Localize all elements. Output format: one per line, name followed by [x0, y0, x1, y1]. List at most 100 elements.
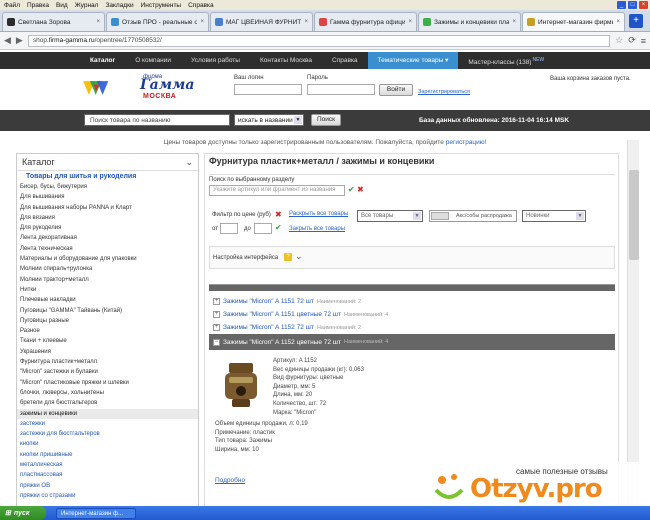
- gamma-logo-icon[interactable]: [82, 73, 142, 103]
- register-link[interactable]: Зарегистрироваться: [418, 89, 470, 95]
- sidebar-item[interactable]: Лента техническая: [17, 244, 198, 254]
- menu-history[interactable]: Журнал: [75, 2, 99, 9]
- sidebar-item[interactable]: Молнии спираль+рулонка: [17, 264, 198, 274]
- sort-select[interactable]: Новинки ▼: [522, 210, 586, 222]
- sidebar-item-active[interactable]: зажимы и концевики: [17, 408, 198, 419]
- menu-edit[interactable]: Правка: [27, 2, 49, 9]
- interface-settings-bar[interactable]: Настройка интерфейса ? ⌄: [209, 246, 615, 269]
- expand-plus-icon[interactable]: +: [213, 324, 220, 331]
- close-tab-icon[interactable]: ×: [200, 19, 204, 25]
- product-group-row[interactable]: + Зажимы "Micron" A 1152 72 шт Наименовани…: [213, 321, 613, 334]
- menu-view[interactable]: Вид: [56, 2, 68, 9]
- expand-plus-icon[interactable]: +: [213, 298, 220, 305]
- sidebar-item[interactable]: Фурнитура пластик+металл: [17, 357, 198, 367]
- sidebar-item[interactable]: металлическая: [17, 460, 198, 470]
- section-search-input[interactable]: Укажите артикул или фрагмент из названия: [209, 185, 345, 196]
- product-image[interactable]: [215, 359, 267, 411]
- sidebar-item[interactable]: блочки, люверсы, хольнитены: [17, 388, 198, 398]
- sidebar-header[interactable]: Каталог ⌄: [17, 154, 198, 171]
- sidebar-item[interactable]: пряжки ОВ: [17, 481, 198, 491]
- sidebar-item[interactable]: Пуговицы разные: [17, 316, 198, 326]
- collapse-all-link[interactable]: Закрыть все товары: [289, 226, 345, 232]
- sidebar-item[interactable]: Молнии трактор+металл: [17, 275, 198, 285]
- product-group-row[interactable]: + Зажимы "Micron" A 1151 72 шт Наименовани…: [213, 295, 613, 308]
- menu-file[interactable]: Файл: [4, 2, 20, 9]
- login-button[interactable]: Войти: [379, 84, 413, 96]
- sidebar-item[interactable]: Пуговицы "GAMMA" Тайвань (Китай): [17, 306, 198, 316]
- tab-3[interactable]: МАГ ЦВЕЙНАЯ ФУРНИТУР...×: [210, 12, 313, 31]
- sidebar-item[interactable]: Для вышивания: [17, 192, 198, 202]
- product-group-name[interactable]: Зажимы "Micron" A 1152 72 шт: [223, 324, 314, 331]
- back-arrow-icon[interactable]: ◀: [4, 35, 11, 46]
- sidebar-item[interactable]: пряжки со стразами: [17, 491, 198, 501]
- sidebar-item[interactable]: "Micron" пластиковые пряжки и шлевки: [17, 378, 198, 388]
- close-tab-icon[interactable]: ×: [408, 19, 412, 25]
- nav-masterclasses[interactable]: Мастер-классы (138)NEW: [458, 52, 554, 69]
- start-button[interactable]: ⊞ пуск: [0, 506, 46, 520]
- product-search-input[interactable]: Поиск товара по названию: [84, 114, 230, 126]
- menu-bookmarks[interactable]: Закладки: [105, 2, 133, 9]
- product-group-name[interactable]: Зажимы "Micron" A 1151 цветные 72 шт: [223, 311, 341, 318]
- sidebar-item[interactable]: Для рукоделия: [17, 223, 198, 233]
- sidebar-item[interactable]: Бисер, бусы, бижутерия: [17, 182, 198, 192]
- collapse-minus-icon[interactable]: −: [213, 338, 220, 346]
- close-tab-icon[interactable]: ×: [512, 19, 516, 25]
- sidebar-item[interactable]: Плечевые накладки: [17, 295, 198, 305]
- page-scrollbar[interactable]: [627, 140, 639, 505]
- close-tab-icon[interactable]: ×: [304, 19, 308, 25]
- help-icon[interactable]: ?: [284, 253, 292, 261]
- refresh-icon[interactable]: ⟳: [628, 35, 636, 46]
- minimize-button[interactable]: _: [617, 1, 626, 9]
- expand-all-link[interactable]: Раскрыть все товары: [289, 211, 348, 217]
- close-tab-icon[interactable]: ×: [616, 19, 620, 25]
- sale-toggle[interactable]: Акс/собы распродажа: [429, 210, 517, 222]
- check-icon[interactable]: ✔: [348, 185, 355, 194]
- registration-link[interactable]: регистрацию!: [446, 139, 487, 146]
- new-tab-button[interactable]: +: [629, 14, 643, 28]
- product-group-row[interactable]: + Зажимы "Micron" A 1151 цветные 72 шт Наи…: [213, 308, 613, 321]
- product-group-row-open[interactable]: − Зажимы "Micron" A 1152 цветные 72 шт Наи…: [209, 334, 615, 350]
- sidebar-item[interactable]: Лента декоративная: [17, 233, 198, 243]
- sidebar-item[interactable]: Ткани + клеевые: [17, 336, 198, 346]
- apply-price-icon[interactable]: ✔: [275, 223, 282, 232]
- sidebar-item[interactable]: кнопки: [17, 439, 198, 449]
- sidebar-item[interactable]: Для вышивания наборы PANNA и Кларт: [17, 203, 198, 213]
- sidebar-item[interactable]: Нитки: [17, 285, 198, 295]
- sidebar-item[interactable]: Для вязания: [17, 213, 198, 223]
- price-from-input[interactable]: [220, 223, 238, 234]
- clear-icon[interactable]: ✖: [357, 185, 364, 194]
- tab-4[interactable]: Гамма фурнитура официал...×: [314, 12, 417, 31]
- nav-themed-goods[interactable]: Тематические товары ▾: [367, 52, 459, 69]
- maximize-button[interactable]: □: [628, 1, 637, 9]
- search-button[interactable]: Поиск: [311, 114, 341, 126]
- bookmark-star-icon[interactable]: ☆: [615, 35, 623, 46]
- price-to-input[interactable]: [254, 223, 272, 234]
- clear-price-icon[interactable]: ✖: [275, 210, 282, 219]
- search-mode-select[interactable]: искать в названии ▼: [234, 114, 304, 126]
- menu-help[interactable]: Справка: [188, 2, 214, 9]
- password-input[interactable]: [307, 84, 375, 95]
- sidebar-item[interactable]: бретели для бюстгальтеров: [17, 398, 198, 408]
- scrollbar-thumb[interactable]: [629, 170, 639, 260]
- product-group-name[interactable]: Зажимы "Micron" A 1151 72 шт: [223, 298, 314, 305]
- nav-terms[interactable]: Условия работы: [181, 52, 250, 69]
- forward-arrow-icon[interactable]: ▶: [16, 35, 23, 46]
- sidebar-section-title[interactable]: Товары для шитья и рукоделия: [17, 171, 198, 182]
- sidebar-item[interactable]: застежки: [17, 419, 198, 429]
- login-input[interactable]: [234, 84, 302, 95]
- sidebar-item[interactable]: Материалы и оборудование для упаковки: [17, 254, 198, 264]
- sidebar-item[interactable]: пластмассовая: [17, 470, 198, 480]
- nav-help[interactable]: Справка: [322, 52, 368, 69]
- sidebar-item[interactable]: застежки для бюстгальтеров: [17, 429, 198, 439]
- details-link[interactable]: Подробно: [215, 477, 245, 484]
- nav-about[interactable]: О компании: [125, 52, 181, 69]
- sidebar-item[interactable]: кнопки пришивные: [17, 450, 198, 460]
- menu-tools[interactable]: Инструменты: [141, 2, 182, 9]
- tab-2[interactable]: Отзыв ПРО - реальные от... ×: [106, 12, 209, 31]
- sidebar-item[interactable]: "Micron" застежки и булавки: [17, 367, 198, 377]
- nav-contacts[interactable]: Контакты Москва: [250, 52, 322, 69]
- goods-filter-select[interactable]: Все товары ▼: [357, 210, 423, 222]
- menu-icon[interactable]: ≡: [641, 36, 646, 46]
- close-window-button[interactable]: ×: [639, 1, 648, 9]
- url-input[interactable]: shop. firma-gamma.ru/opentree/1770508532/: [27, 34, 611, 47]
